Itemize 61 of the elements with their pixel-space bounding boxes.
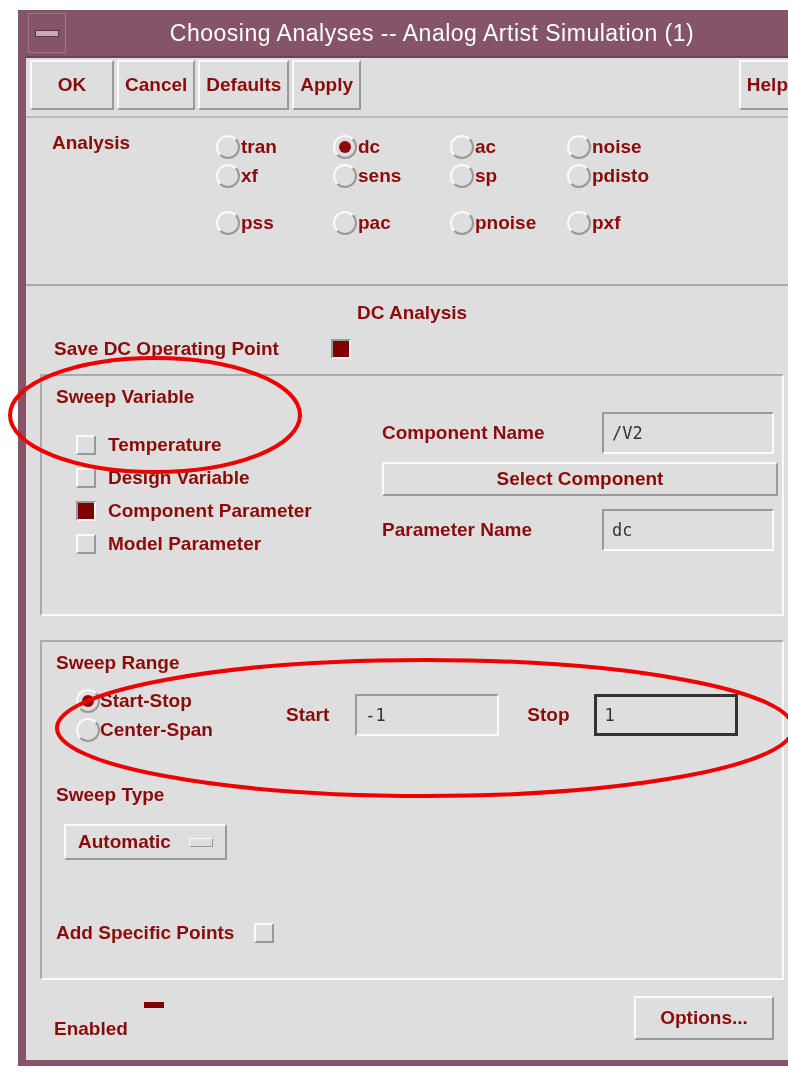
radio-label: noise bbox=[592, 135, 642, 158]
checkbox-label: Add Specific Points bbox=[56, 922, 235, 944]
checkbox-label: Component Parameter bbox=[108, 499, 312, 522]
input-field[interactable]: dc bbox=[602, 509, 774, 551]
checkbox-label: Design Variable bbox=[108, 466, 250, 489]
group-title: Sweep Type bbox=[56, 784, 165, 806]
radio-button[interactable] bbox=[450, 134, 474, 159]
radio-button[interactable] bbox=[450, 210, 474, 235]
radio-label: ac bbox=[475, 135, 497, 158]
checkbox[interactable] bbox=[76, 500, 96, 521]
radio-button[interactable] bbox=[333, 134, 357, 159]
group-title: Sweep Range bbox=[56, 652, 180, 674]
radio-label: sp bbox=[475, 164, 498, 187]
radio-label: pdisto bbox=[592, 164, 649, 187]
radio-button[interactable] bbox=[76, 717, 100, 742]
radio-button[interactable] bbox=[333, 210, 357, 235]
select-component-button[interactable]: Select Component bbox=[382, 462, 778, 496]
toolbar-button[interactable]: Cancel bbox=[117, 60, 196, 110]
radio-button[interactable] bbox=[216, 134, 240, 159]
checkbox-label: Model Parameter bbox=[108, 532, 262, 555]
radio-label: Start-Stop bbox=[100, 689, 192, 712]
sweep-type-dropdown[interactable]: Automatic bbox=[64, 824, 227, 860]
radio-label: Center-Span bbox=[100, 718, 213, 741]
radio-label: pnoise bbox=[475, 211, 537, 234]
radio-label: pxf bbox=[592, 211, 621, 234]
analysis-label: Analysis bbox=[52, 132, 132, 155]
toolbar-button[interactable]: OK bbox=[30, 60, 114, 110]
field-label: Parameter Name bbox=[382, 519, 532, 541]
radio-button[interactable] bbox=[216, 210, 240, 235]
help-button[interactable]: Help bbox=[738, 60, 788, 110]
radio-button[interactable] bbox=[567, 163, 591, 188]
input-field[interactable]: 1 bbox=[593, 694, 738, 736]
field-label: Component Name bbox=[382, 422, 545, 444]
radio-label: tran bbox=[241, 135, 277, 158]
radio-button[interactable] bbox=[450, 163, 474, 188]
toolbar-button[interactable]: Defaults bbox=[198, 60, 290, 110]
radio-label: sens bbox=[358, 164, 402, 187]
radio-button[interactable] bbox=[76, 688, 100, 713]
checkbox-label: Temperature bbox=[108, 433, 222, 456]
radio-button[interactable] bbox=[333, 163, 357, 188]
checkbox-label: Save DC Operating Point bbox=[54, 338, 279, 360]
input-field[interactable]: -1 bbox=[355, 694, 500, 736]
field-label: Start bbox=[286, 704, 330, 726]
section-title: DC Analysis bbox=[355, 302, 469, 324]
checkbox[interactable] bbox=[330, 339, 351, 359]
radio-button[interactable] bbox=[567, 134, 591, 159]
options-button[interactable]: Options... bbox=[634, 996, 774, 1040]
radio-label: dc bbox=[358, 135, 381, 158]
window-title: Choosing Analyses -- Analog Artist Simulation (1) bbox=[168, 19, 696, 47]
radio-button[interactable] bbox=[567, 210, 591, 235]
radio-label: pac bbox=[358, 211, 391, 234]
radio-button[interactable] bbox=[216, 163, 240, 188]
window-menu-button[interactable] bbox=[28, 13, 66, 53]
field-label: Stop bbox=[527, 704, 570, 726]
radio-label: xf bbox=[241, 164, 258, 187]
enabled-label: Enabled bbox=[54, 1018, 128, 1040]
radio-label: pss bbox=[241, 211, 274, 234]
input-field[interactable]: /V2 bbox=[602, 412, 774, 454]
group-title: Sweep Variable bbox=[56, 386, 196, 408]
toolbar-button[interactable]: Apply bbox=[292, 60, 362, 110]
enabled-toggle[interactable] bbox=[143, 1002, 164, 1008]
